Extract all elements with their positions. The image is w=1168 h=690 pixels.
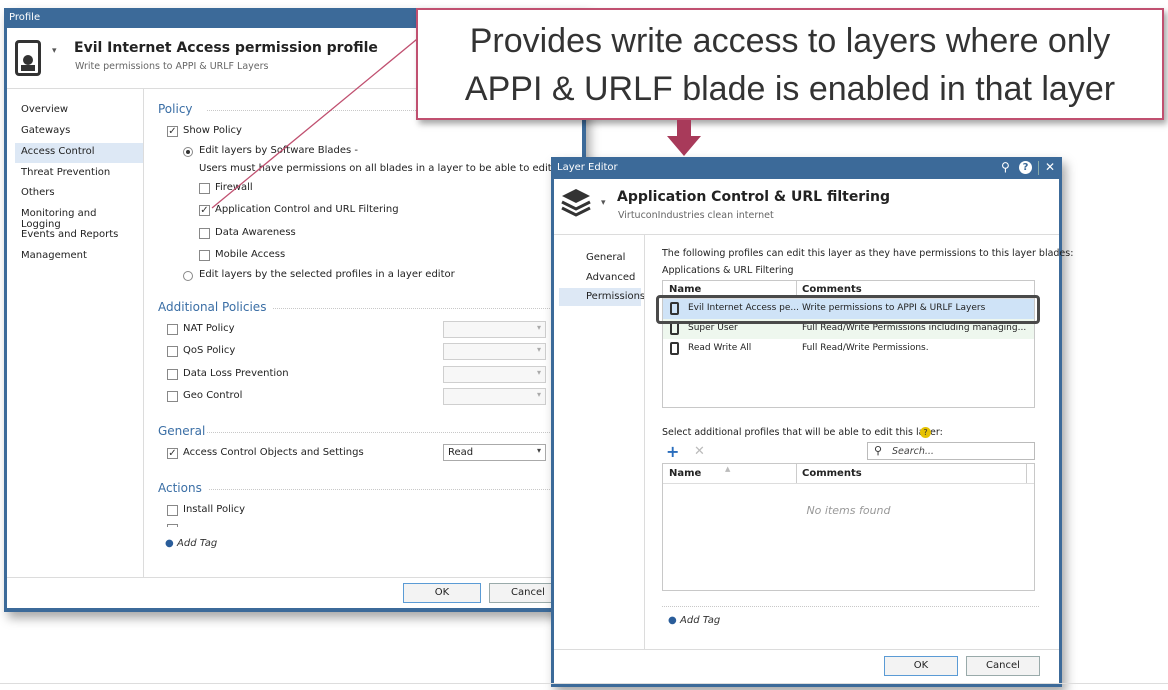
- cancel-button[interactable]: Cancel: [966, 656, 1040, 676]
- no-items-text: No items found: [806, 504, 891, 517]
- col-separator: [1026, 464, 1027, 483]
- callout-box: Provides write access to layers where on…: [416, 8, 1164, 120]
- callout-line-2: APPI & URLF blade is enabled in that lay…: [464, 70, 1116, 108]
- header-rule: [663, 483, 1034, 484]
- row-comment: Full Read/Write Permissions.: [802, 343, 929, 353]
- hint-icon[interactable]: ?: [920, 427, 931, 438]
- layers-icon: [561, 189, 591, 217]
- tag-icon: ●: [668, 615, 677, 626]
- additional-profiles-table: Name ▲ Comments No items found: [662, 463, 1035, 591]
- header-divider: [554, 234, 1059, 235]
- layer-editor-titlebar: Layer Editor: [557, 162, 618, 173]
- layer-editor-body: ▾ Application Control & URL filtering Vi…: [554, 179, 1073, 684]
- search-placeholder: Search...: [892, 446, 934, 457]
- nav-general[interactable]: General: [586, 252, 625, 263]
- title-separator: [1038, 161, 1039, 175]
- table-row[interactable]: Read Write All Full Read/Write Permissio…: [663, 339, 1034, 359]
- info-line-1: The following profiles can edit this lay…: [662, 248, 1074, 259]
- layer-editor-window: Layer Editor ⚲ ? ✕ ▾ Application Control…: [551, 157, 1073, 687]
- layer-description[interactable]: VirtuconIndustries clean internet: [618, 210, 774, 221]
- row-name: Read Write All: [688, 343, 752, 353]
- selection-highlight: [656, 295, 1040, 324]
- chevron-down-icon[interactable]: ▾: [601, 198, 606, 208]
- nav-advanced[interactable]: Advanced: [586, 272, 635, 283]
- col-separator: [796, 464, 797, 483]
- row-comment: Full Read/Write Permissions including ma…: [802, 323, 1027, 333]
- down-arrow-icon: [667, 120, 701, 156]
- row-name: Super User: [688, 323, 738, 333]
- search-icon[interactable]: ⚲: [1001, 160, 1010, 174]
- page-bottom-rule: [0, 683, 1168, 684]
- remove-icon[interactable]: ✕: [694, 444, 705, 459]
- nav-permissions[interactable]: Permissions: [559, 288, 645, 306]
- help-icon[interactable]: ?: [1019, 161, 1032, 174]
- col-name[interactable]: Name: [669, 468, 701, 479]
- col-comments[interactable]: Comments: [802, 468, 862, 479]
- col-comments[interactable]: Comments: [802, 284, 862, 295]
- close-icon[interactable]: ✕: [1045, 160, 1055, 174]
- callout-line-1: Provides write access to layers where on…: [469, 22, 1111, 60]
- add-tag-link[interactable]: Add Tag: [680, 615, 720, 626]
- sort-icon: ▲: [725, 465, 731, 473]
- col-name[interactable]: Name: [669, 284, 701, 295]
- search-input[interactable]: ⚲ Search...: [867, 442, 1035, 460]
- add-icon[interactable]: +: [666, 442, 679, 461]
- section-divider: [662, 606, 1039, 607]
- additional-label: Select additional profiles that will be …: [662, 427, 943, 438]
- ok-button[interactable]: OK: [884, 656, 958, 676]
- nav-divider: [644, 235, 645, 650]
- footer-divider: [554, 649, 1059, 650]
- layer-name[interactable]: Application Control & URL filtering: [617, 189, 890, 205]
- profile-icon: [670, 342, 679, 355]
- info-line-2: Applications & URL Filtering: [662, 265, 794, 276]
- search-icon: ⚲: [874, 444, 883, 457]
